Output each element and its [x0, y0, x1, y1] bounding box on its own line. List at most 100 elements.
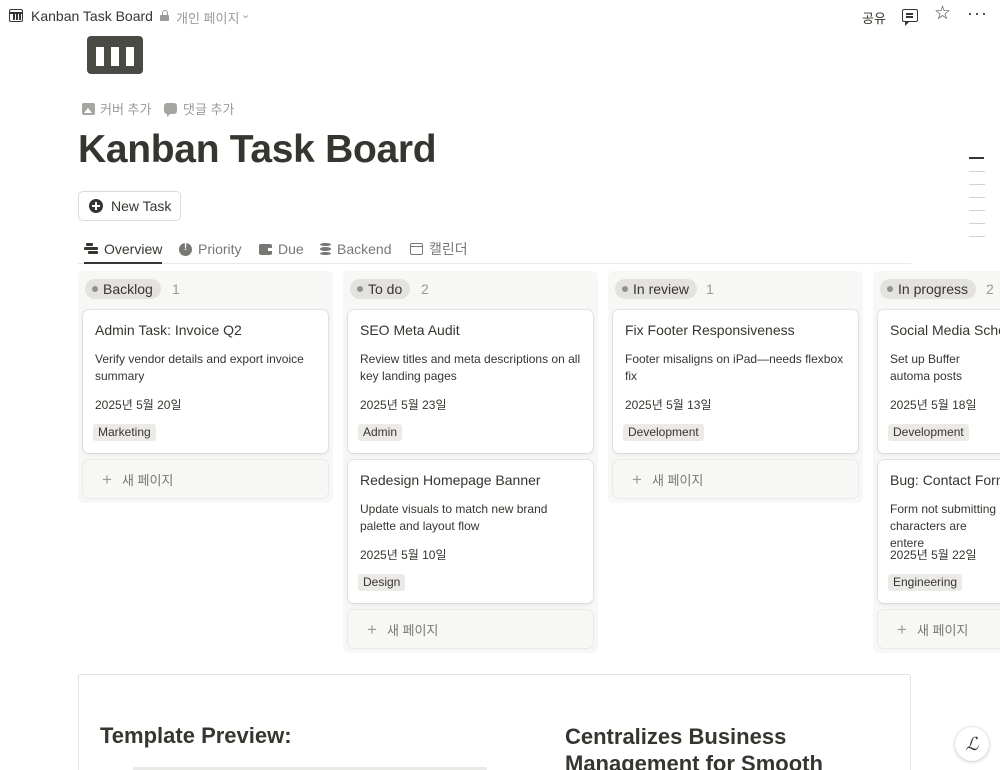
- plus-icon: +: [897, 619, 907, 639]
- card-title: Admin Task: Invoice Q2: [95, 322, 242, 338]
- view-tabs: Overview Priority Due Backend 캘린더: [78, 230, 911, 264]
- plus-icon: +: [632, 469, 642, 489]
- status-pill: Backlog: [85, 279, 161, 299]
- add-page-button[interactable]: + 새 페이지: [83, 460, 328, 498]
- card-date: 2025년 5월 10일: [360, 548, 447, 562]
- status-pill: To do: [350, 279, 411, 299]
- preview-heading: Template Preview:: [100, 723, 292, 748]
- card-tag: Engineering: [888, 574, 963, 591]
- image-icon: [82, 102, 95, 115]
- card-description: Form not submitting characters are enter…: [890, 502, 997, 550]
- column-todo: To do 2 SEO Meta Audit Review titles and…: [343, 271, 598, 653]
- column-in-progress: In progress 2 Social Media Sche Set up B…: [873, 271, 1000, 653]
- card-date: 2025년 5월 18일: [890, 398, 977, 412]
- new-task-button[interactable]: New Task: [78, 191, 181, 221]
- preview-subheading: Centralizes Business Management for Smoo…: [565, 724, 823, 770]
- column-backlog: Backlog 1 Admin Task: Invoice Q2 Verify …: [78, 271, 333, 503]
- card-tag: Development: [623, 424, 704, 441]
- add-page-button[interactable]: + 새 페이지: [613, 460, 858, 498]
- add-page-label: 새 페이지: [651, 472, 704, 488]
- card-title: Fix Footer Responsiveness: [625, 322, 795, 338]
- status-pill: In progress: [880, 279, 977, 299]
- add-comment-button[interactable]: 댓글 추가: [164, 99, 234, 118]
- tab-label: Backend: [337, 241, 392, 257]
- column-name: In progress: [898, 281, 969, 297]
- card-description: Update visuals to match new brand palett…: [360, 502, 548, 533]
- status-dot: [92, 286, 98, 292]
- tab-due[interactable]: Due: [259, 235, 304, 263]
- column-count: 1: [706, 281, 714, 297]
- add-page-button[interactable]: + 새 페이지: [878, 610, 1000, 648]
- card-tag: Development: [888, 424, 969, 441]
- alert-icon: [179, 242, 192, 256]
- add-comment-label: 댓글 추가: [183, 102, 235, 117]
- column-count: 2: [986, 281, 994, 297]
- add-cover-button[interactable]: 커버 추가: [82, 99, 151, 118]
- tab-label: Priority: [198, 241, 242, 257]
- page-title[interactable]: Kanban Task Board: [78, 128, 437, 172]
- card-tag: Design: [358, 574, 406, 591]
- card-title: Social Media Sche: [890, 322, 1000, 338]
- comment-icon: [164, 103, 177, 117]
- card-title: SEO Meta Audit: [360, 322, 460, 338]
- column-header[interactable]: In progress 2: [873, 271, 1000, 307]
- card-description: Footer misaligns on iPad—needs flexbox f…: [625, 352, 844, 383]
- card-date: 2025년 5월 23일: [360, 398, 447, 412]
- new-task-label: New Task: [111, 198, 172, 214]
- page-icon[interactable]: [87, 36, 143, 74]
- star-icon[interactable]: ☆: [934, 4, 951, 23]
- card-title: Bug: Contact Forn: [890, 472, 1000, 488]
- card-date: 2025년 5월 20일: [95, 398, 182, 412]
- column-header[interactable]: Backlog 1: [78, 271, 333, 307]
- add-cover-label: 커버 추가: [100, 102, 152, 117]
- task-card[interactable]: SEO Meta Audit Review titles and meta de…: [348, 310, 593, 453]
- column-count: 1: [172, 281, 180, 297]
- plus-circle-icon: [89, 199, 103, 213]
- card-date: 2025년 5월 22일: [890, 548, 977, 562]
- lock-icon: [160, 10, 169, 21]
- column-in-review: In review 1 Fix Footer Responsiveness Fo…: [608, 271, 863, 503]
- tab-calendar[interactable]: 캘린더: [410, 235, 468, 263]
- column-header[interactable]: In review 1: [608, 271, 863, 307]
- column-name: In review: [633, 281, 690, 297]
- add-page-label: 새 페이지: [916, 622, 969, 638]
- task-card[interactable]: Social Media Sche Set up Buffer automa p…: [878, 310, 1000, 453]
- card-description: Set up Buffer automa posts: [890, 352, 963, 383]
- task-card[interactable]: Fix Footer Responsiveness Footer misalig…: [613, 310, 858, 453]
- task-card[interactable]: Admin Task: Invoice Q2 Verify vendor det…: [83, 310, 328, 453]
- add-page-button[interactable]: + 새 페이지: [348, 610, 593, 648]
- help-button[interactable]: ℒ: [955, 727, 989, 761]
- comments-icon[interactable]: [902, 9, 918, 26]
- tab-priority[interactable]: Priority: [179, 235, 242, 263]
- task-card[interactable]: Bug: Contact Forn Form not submitting ch…: [878, 460, 1000, 603]
- breadcrumb-title[interactable]: Kanban Task Board: [31, 8, 153, 24]
- board-icon: [84, 243, 98, 254]
- column-name: Backlog: [103, 281, 153, 297]
- column-header[interactable]: To do 2: [343, 271, 598, 307]
- top-bar: Kanban Task Board 개인 페이지 ⌄ 공유 ☆ ···: [0, 0, 1000, 32]
- card-description: Verify vendor details and export invoice…: [95, 352, 304, 383]
- column-name: To do: [368, 281, 403, 297]
- task-card[interactable]: Redesign Homepage Banner Update visuals …: [348, 460, 593, 603]
- card-tag: Admin: [358, 424, 403, 441]
- tab-label: Due: [278, 241, 304, 257]
- add-page-label: 새 페이지: [386, 622, 439, 638]
- tab-backend[interactable]: Backend: [320, 235, 391, 263]
- card-tag: Marketing: [93, 424, 156, 441]
- tab-label: 캘린더: [429, 241, 468, 257]
- tab-label: Overview: [104, 240, 163, 257]
- table-of-contents-indicator[interactable]: [969, 157, 985, 249]
- chevron-down-icon[interactable]: ⌄: [241, 8, 250, 21]
- card-date: 2025년 5월 13일: [625, 398, 712, 412]
- calendar-table-icon: [9, 9, 23, 22]
- tab-overview[interactable]: Overview: [84, 235, 163, 264]
- status-dot: [887, 286, 893, 292]
- card-description: Review titles and meta descriptions on a…: [360, 352, 581, 383]
- privacy-label[interactable]: 개인 페이지: [176, 8, 239, 27]
- status-dot: [622, 286, 628, 292]
- share-button[interactable]: 공유: [862, 8, 886, 27]
- add-page-label: 새 페이지: [121, 472, 174, 488]
- status-pill: In review: [615, 279, 698, 299]
- kanban-board: Backlog 1 Admin Task: Invoice Q2 Verify …: [78, 271, 1000, 661]
- more-options-icon[interactable]: ···: [967, 3, 988, 24]
